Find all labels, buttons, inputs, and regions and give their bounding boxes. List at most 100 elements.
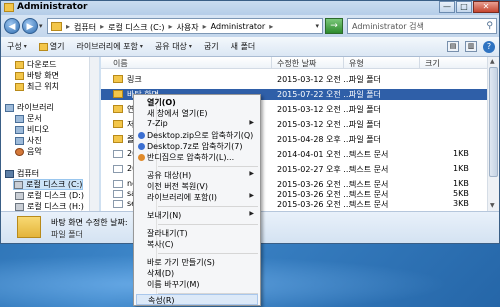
column-divider[interactable] [419,57,420,69]
file-row[interactable]: 링크 2015-03-12 오전 ... 파일 폴더 [101,74,487,85]
nav-item-libraries[interactable]: 라이브러리 [5,102,54,113]
drive-icon [15,191,24,200]
help-icon[interactable]: ? [483,41,495,53]
file-list-scrollbar[interactable]: ▲ ▼ [487,57,499,211]
folder-icon [113,90,123,98]
menu-item-create-shortcut[interactable]: 바로 가기 만들기(S) [136,257,258,268]
view-options-icon[interactable]: ▤ [447,41,459,52]
search-icon[interactable]: ⚲ [486,21,493,31]
column-header-size[interactable]: 크기 [425,58,440,69]
back-button[interactable]: ◀ [4,18,20,34]
menu-item-rename[interactable]: 이름 바꾸기(M) [136,279,258,290]
nav-item-documents[interactable]: 문서 [15,113,42,124]
nav-item-music[interactable]: 음악 [15,146,42,157]
library-icon [5,103,14,112]
column-header-modified[interactable]: 수정한 날짜 [277,58,316,69]
nav-item-label: 로컬 디스크 (C:) [26,180,83,189]
nav-item-pictures[interactable]: 사진 [15,135,42,146]
file-modified: 2015-03-12 오전 ... [277,120,351,129]
folder-icon [113,120,123,128]
address-bar[interactable]: ▸ 컴퓨터 ▸ 로컬 디스크 (C:) ▸ 사용자 ▸ Administrato… [47,18,323,34]
menu-item-include-library[interactable]: 라이브러리에 포함(I) ▶ [136,192,258,203]
navigation-pane: 다운로드 바탕 화면 최근 위치 라이브러리 문서 비디오 사진 음악 컴퓨터 … [1,57,99,211]
scroll-up-arrow[interactable]: ▲ [490,58,495,65]
title-bar[interactable]: Administrator — □ ✕ [1,1,499,15]
menu-item-label: 복사(C) [147,240,174,249]
minimize-button[interactable]: — [439,1,455,13]
menu-item-properties[interactable]: 속성(R) [136,294,258,305]
forward-button[interactable]: ▶ [22,18,38,34]
submenu-arrow-icon: ▶ [249,170,254,177]
maximize-button[interactable]: □ [456,1,472,13]
nav-item-drive-d[interactable]: 로컬 디스크 (D:) [15,190,84,201]
menu-item-compress-7z[interactable]: Desktop.7z로 압축하기(7) [136,141,258,152]
breadcrumb-item-computer[interactable]: 컴퓨터 [74,22,96,33]
bandizip-icon [138,143,145,150]
refresh-button[interactable]: → [325,18,343,34]
new-folder-button[interactable]: 새 폴더 [231,41,256,52]
menu-item-delete[interactable]: 삭제(D) [136,268,258,279]
nav-item-computer[interactable]: 컴퓨터 [5,168,39,179]
nav-item-label: 바탕 화면 [27,71,59,80]
file-size: 1KB [453,164,469,173]
menu-item-label: Desktop.zip으로 압축하기(Q) [147,131,254,140]
nav-item-recent-places[interactable]: 최근 위치 [15,81,59,92]
organize-label: 구성 [7,42,22,51]
menu-item-label: 라이브러리에 포함(I) [147,193,218,202]
details-title: 바탕 화면 수정한 날짜: [51,218,128,227]
organize-button[interactable]: 구성 ▾ [7,41,27,52]
close-button[interactable]: ✕ [473,1,499,13]
context-menu: 열기(O) 새 창에서 열기(E) 7-Zip ▶ Desktop.zip으로 압… [133,94,261,306]
view-controls: ▤ ▥ ? [447,41,495,53]
folder-icon [15,60,24,69]
breadcrumb-separator: ▸ [100,22,105,31]
scroll-down-arrow[interactable]: ▼ [490,202,495,209]
recent-pages-dropdown[interactable]: ▾ [39,22,43,30]
burn-button[interactable]: 굽기 [204,41,219,52]
menu-item-compress-zip[interactable]: Desktop.zip으로 압축하기(Q) [136,130,258,141]
nav-item-desktop[interactable]: 바탕 화면 [15,70,59,81]
menu-item-copy[interactable]: 복사(C) [136,239,258,250]
folder-icon [38,42,48,51]
search-input[interactable]: Administrator 검색 ⚲ [347,18,497,34]
menu-item-open[interactable]: 열기(O) [136,97,258,108]
preview-pane-icon[interactable]: ▥ [465,41,477,52]
computer-icon [5,169,14,178]
chevron-down-icon: ▾ [139,43,143,50]
nav-item-downloads[interactable]: 다운로드 [15,59,56,70]
nav-item-drive-c[interactable]: 로컬 디스크 (C:) [13,179,84,190]
column-header-type[interactable]: 유형 [349,58,364,69]
search-placeholder: Administrator 검색 [352,22,424,31]
open-button[interactable]: 열기 [38,41,64,52]
scrollbar-thumb[interactable] [489,67,498,177]
address-dropdown[interactable]: ▾ [315,22,319,30]
column-divider[interactable] [343,57,344,69]
menu-item-7zip[interactable]: 7-Zip ▶ [136,119,258,130]
documents-icon [15,114,24,123]
nav-item-videos[interactable]: 비디오 [15,124,49,135]
caption-buttons: — □ ✕ [438,1,499,15]
folder-icon [113,75,123,83]
menu-item-share-with[interactable]: 공유 대상(H) ▶ [136,170,258,181]
column-divider[interactable] [271,57,272,69]
menu-item-label: 7-Zip [147,119,168,128]
menu-item-restore-previous[interactable]: 이전 버전 복원(V) [136,181,258,192]
menu-item-open-new-window[interactable]: 새 창에서 열기(E) [136,108,258,119]
drive-icon [14,180,23,189]
column-header-name[interactable]: 이름 [113,58,128,69]
share-with-button[interactable]: 공유 대상 ▾ [155,41,192,52]
breadcrumb-item-drive-c[interactable]: 로컬 디스크 (C:) [108,22,164,33]
include-in-library-button[interactable]: 라이브러리에 포함 ▾ [76,41,142,52]
menu-item-send-to[interactable]: 보내기(N) ▶ [136,210,258,221]
bandizip-icon [138,132,145,139]
nav-item-label: 컴퓨터 [17,169,40,178]
menu-item-cut[interactable]: 잘라내기(T) [136,228,258,239]
breadcrumb-item-administrator[interactable]: Administrator [211,22,266,33]
file-modified: 2015-03-12 오전 ... [277,75,351,84]
submenu-arrow-icon: ▶ [249,210,254,217]
menu-separator [158,206,258,207]
menu-item-compress-bandizip[interactable]: 반디집으로 압축하기(L)... [136,152,258,163]
file-size: 1KB [453,179,469,188]
navigation-scrollbar[interactable] [89,57,99,211]
breadcrumb-item-users[interactable]: 사용자 [177,22,199,33]
